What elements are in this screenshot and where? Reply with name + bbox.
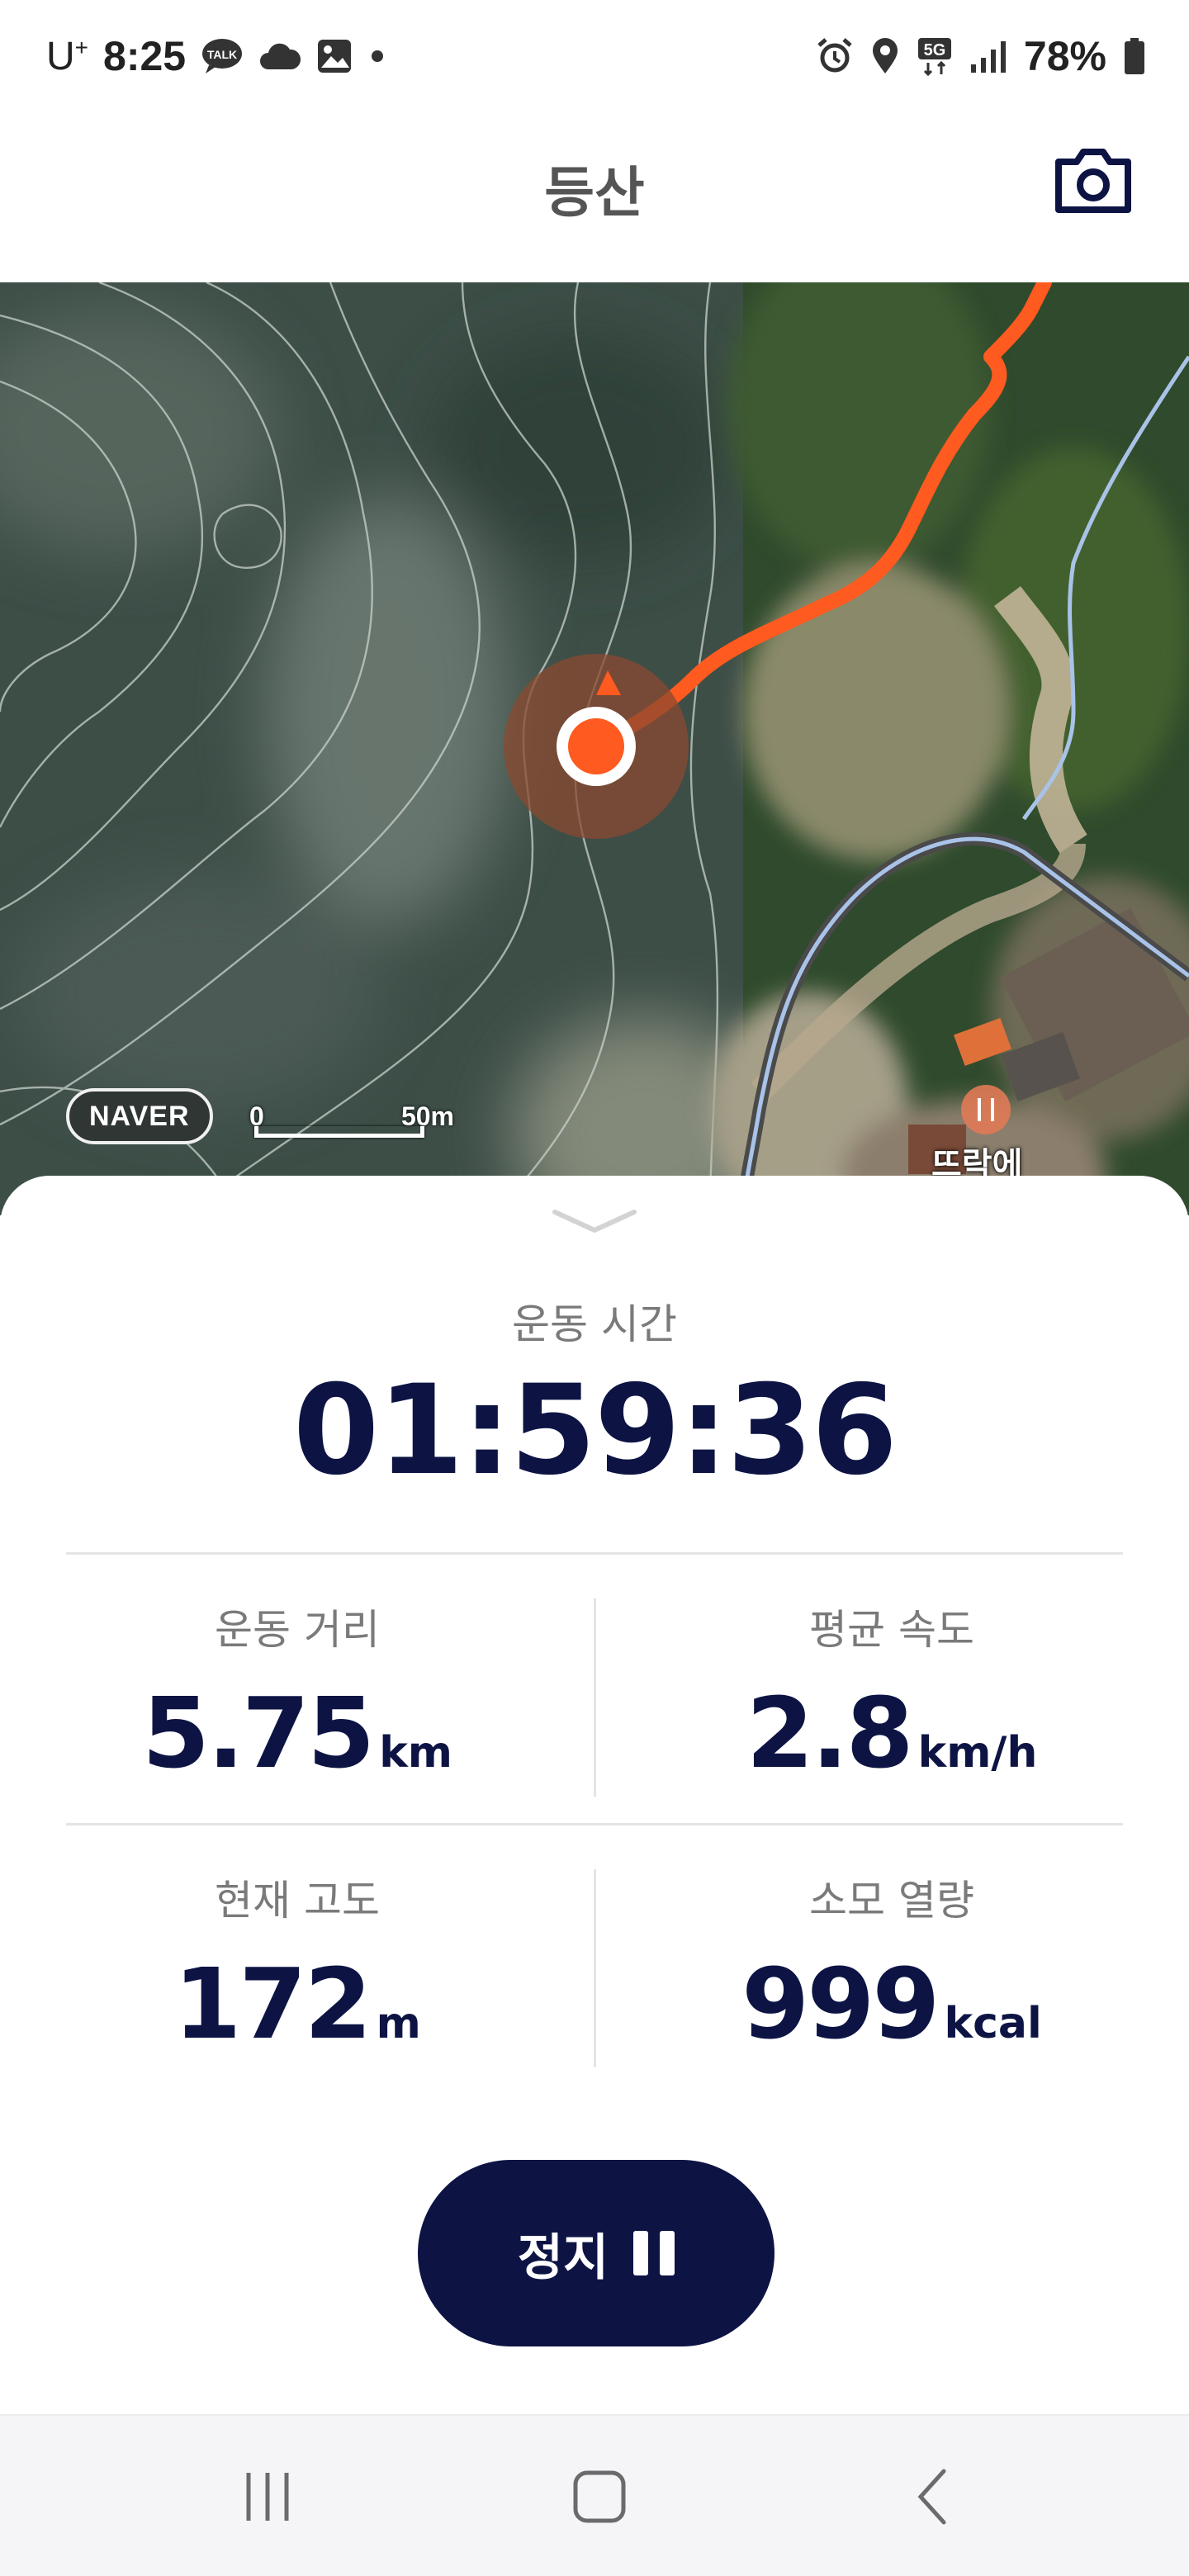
pause-icon xyxy=(633,2231,675,2275)
sheet-collapse-handle[interactable] xyxy=(552,1204,637,1237)
naver-badge: NAVER xyxy=(66,1088,213,1144)
recents-icon xyxy=(246,2473,289,2521)
system-nav-bar xyxy=(0,2414,1189,2576)
dot-icon xyxy=(367,46,387,66)
stat-label: 현재 고도 xyxy=(215,1877,380,1925)
signal-icon xyxy=(969,38,1007,74)
stat-calories: 소모 열량 999 kcal xyxy=(594,1868,1189,2061)
home-button[interactable] xyxy=(558,2455,641,2538)
pause-label: 정지 xyxy=(517,2228,609,2287)
back-button[interactable] xyxy=(893,2455,976,2538)
stat-unit: km/h xyxy=(917,1728,1038,1778)
workout-sheet: 운동 시간 01:59:36 운동 거리 5.75 km 평균 속도 2.8 k… xyxy=(0,1176,1189,2414)
stat-value: 172 xyxy=(173,1947,372,2061)
cloud-icon xyxy=(258,41,301,71)
alarm-icon xyxy=(816,37,854,75)
battery-percent: 78% xyxy=(1023,33,1106,79)
status-bar: U+ 8:25 TALK 5G 78% xyxy=(0,0,1189,112)
app-header: 등산 xyxy=(0,112,1189,282)
camera-button[interactable] xyxy=(1052,145,1135,215)
recents-button[interactable] xyxy=(226,2455,309,2538)
stat-distance: 운동 거리 5.75 km xyxy=(0,1597,594,1790)
stat-avg-speed: 평균 속도 2.8 km/h xyxy=(594,1597,1189,1790)
stat-altitude: 현재 고도 172 m xyxy=(0,1868,594,2061)
workout-time-label: 운동 시간 xyxy=(512,1300,677,1348)
map-view[interactable]: NAVER 0 50m 뜨락에 xyxy=(0,282,1189,1215)
scale-line xyxy=(254,1126,424,1138)
home-icon xyxy=(573,2470,626,2523)
camera-icon xyxy=(1055,149,1131,213)
divider xyxy=(66,1823,1123,1825)
stat-unit: kcal xyxy=(944,1999,1042,2048)
workout-time-value: 01:59:36 xyxy=(292,1359,898,1503)
stat-value: 2.8 xyxy=(746,1676,914,1790)
map-scale: 0 50m xyxy=(248,1101,454,1143)
stat-label: 소모 열량 xyxy=(809,1877,974,1925)
stat-label: 평균 속도 xyxy=(809,1606,974,1654)
stat-value: 5.75 xyxy=(142,1676,375,1790)
svg-text:5G: 5G xyxy=(924,41,946,59)
location-icon xyxy=(870,37,900,75)
divider xyxy=(66,1552,1123,1555)
status-clock: 8:25 xyxy=(103,33,187,79)
stat-unit: km xyxy=(379,1728,452,1778)
svg-text:TALK: TALK xyxy=(207,48,237,61)
stat-label: 운동 거리 xyxy=(215,1606,380,1654)
carrier-label: U+ xyxy=(46,34,89,78)
back-icon xyxy=(917,2469,946,2525)
kakaotalk-icon: TALK xyxy=(201,37,244,75)
page-title: 등산 xyxy=(544,161,645,225)
gallery-icon xyxy=(316,38,353,74)
stat-unit: m xyxy=(376,1999,421,2048)
chevron-down-icon xyxy=(552,1210,637,1234)
map-canvas xyxy=(0,282,1189,1215)
5g-icon: 5G xyxy=(917,36,953,76)
stat-value: 999 xyxy=(741,1947,940,2061)
pause-button[interactable]: 정지 xyxy=(418,2160,775,2346)
battery-icon xyxy=(1123,37,1146,75)
